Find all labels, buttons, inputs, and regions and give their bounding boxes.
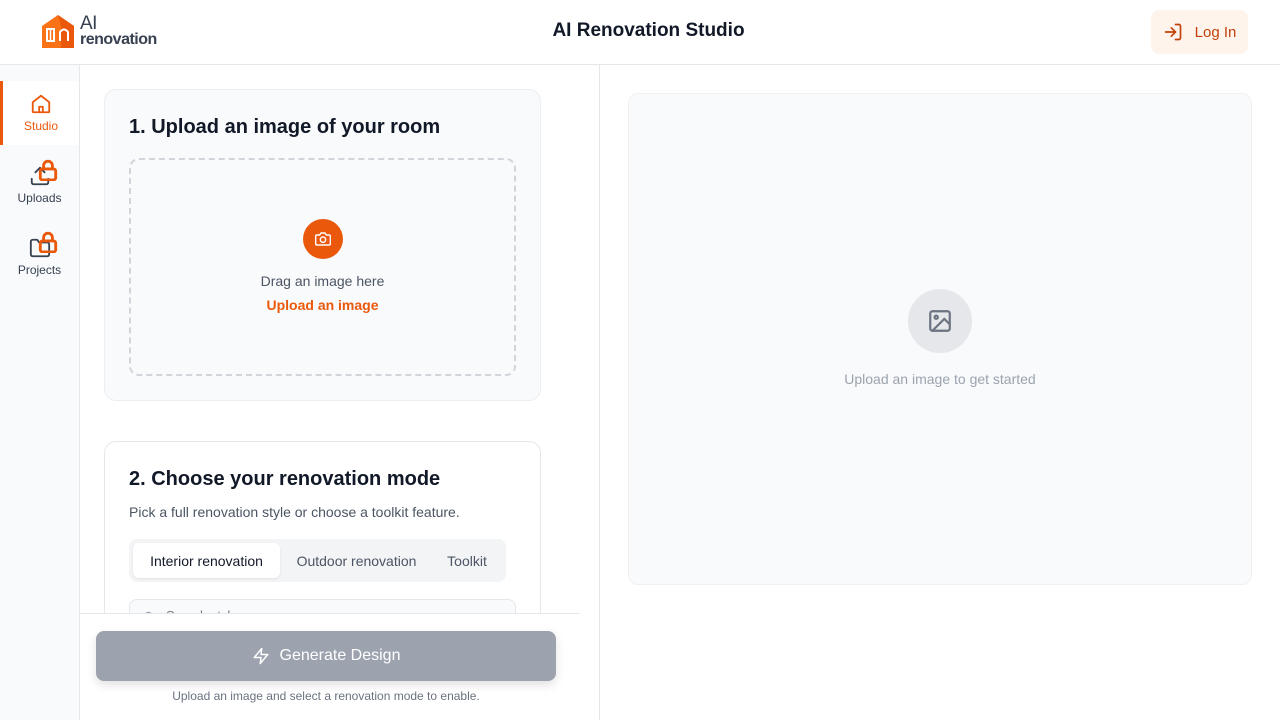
- generate-bar: Generate Design Upload an image and sele…: [80, 613, 580, 720]
- image-dropzone[interactable]: Drag an image here Upload an image: [129, 158, 516, 376]
- login-icon: [1164, 23, 1181, 41]
- generate-label: Generate Design: [279, 647, 401, 664]
- sidebar-item-studio[interactable]: Studio: [0, 81, 79, 145]
- upload-card: 1. Upload an image of your room Drag an …: [104, 89, 541, 401]
- preview-placeholder: [908, 289, 972, 353]
- camera-button[interactable]: [303, 219, 343, 259]
- sidebar-item-label: Uploads: [17, 191, 62, 205]
- sidebar-item-label: Projects: [17, 263, 62, 277]
- sidebar: Studio Uploads Projects: [0, 65, 80, 720]
- sidebar-item-projects[interactable]: Projects: [0, 225, 79, 289]
- upload-image-link[interactable]: Upload an image: [131, 297, 514, 313]
- login-label: Log In: [1194, 23, 1237, 41]
- lightning-icon: [253, 647, 269, 665]
- drag-text: Drag an image here: [260, 273, 385, 289]
- tab-interior-renovation[interactable]: Interior renovation: [133, 543, 280, 578]
- preview-area: Upload an image to get started: [628, 93, 1252, 585]
- tab-outdoor-renovation[interactable]: Outdoor renovation: [284, 543, 429, 578]
- app-title: AI Renovation Studio: [552, 20, 745, 41]
- lock-icon: [38, 159, 57, 181]
- step2-title: 2. Choose your renovation mode: [129, 468, 441, 490]
- step2-subtitle: Pick a full renovation style or choose a…: [129, 504, 460, 520]
- preview-empty-text: Upload an image to get started: [844, 371, 1036, 387]
- controls-panel: 1. Upload an image of your room Drag an …: [80, 65, 600, 720]
- tab-toolkit[interactable]: Toolkit: [433, 543, 501, 578]
- mode-tabs: Interior renovation Outdoor renovation T…: [129, 539, 506, 582]
- lock-icon: [38, 231, 57, 253]
- generate-hint: Upload an image and select a renovation …: [172, 689, 480, 703]
- home-icon: [31, 94, 51, 114]
- camera-icon: [315, 232, 331, 246]
- generate-design-button[interactable]: Generate Design: [96, 631, 556, 681]
- image-icon: [929, 310, 951, 332]
- step1-title: 1. Upload an image of your room: [129, 116, 441, 138]
- top-header: AI renovation AI Renovation Studio Log I…: [0, 0, 1280, 65]
- sidebar-item-uploads[interactable]: Uploads: [0, 153, 79, 217]
- sidebar-item-label: Studio: [23, 119, 59, 133]
- login-button[interactable]: Log In: [1151, 10, 1248, 54]
